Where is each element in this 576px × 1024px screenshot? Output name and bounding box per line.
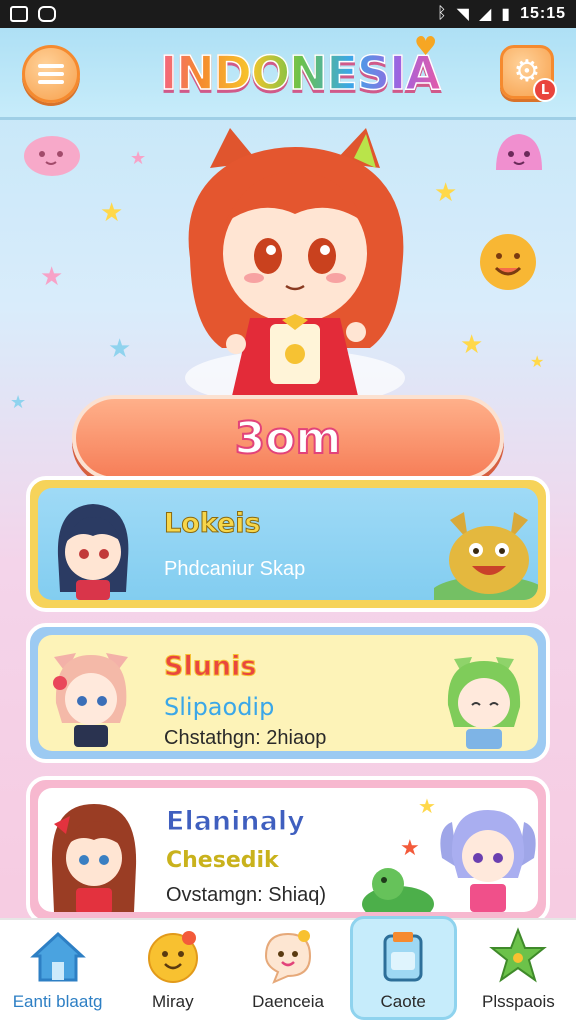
gallery-notification-icon — [10, 6, 28, 22]
app-notification-icon — [38, 6, 56, 22]
star-icon: ★ — [434, 178, 458, 208]
character-card-3[interactable]: Elaninaly Chesedik Ovstamgn: Shiaq) ★ ★ — [26, 776, 550, 924]
star-icon: ★ — [10, 392, 27, 413]
top-header: INDONESIA ♥ ⚙ L — [0, 28, 576, 120]
battery-icon: ▮ — [501, 6, 511, 23]
heart-icon: ♥ — [414, 32, 438, 62]
wifi-icon: ◥ — [456, 6, 469, 23]
main-action-label: 3om — [234, 412, 343, 465]
nav-item-home[interactable]: Eanti blaatg — [0, 920, 115, 1024]
status-bar: ᛒ ◥ ◢ ▮ 15:15 — [0, 0, 576, 28]
avatar — [53, 653, 128, 747]
character-card-2[interactable]: Slunis Slipaodip Chstathgn: 2hiaop — [26, 623, 550, 763]
card-detail: Ovstamgn: Shiaq) — [166, 884, 327, 906]
star-icon: ★ — [40, 262, 64, 292]
card-subtitle: Chesedik — [166, 848, 279, 873]
star-icon: ★ — [418, 794, 436, 818]
star-icon: ★ — [108, 334, 132, 364]
signal-icon: ◢ — [478, 6, 492, 23]
purple-slime-icon — [496, 134, 542, 170]
character-card-1[interactable]: Lokeis Phdcaniur Skap — [26, 476, 550, 612]
turtle-mascot — [362, 868, 434, 912]
nav-item-miray[interactable]: Miray — [115, 920, 230, 1024]
card-title: Slunis — [163, 651, 257, 683]
home-icon — [29, 931, 86, 982]
pink-cloud-creature-icon — [24, 136, 80, 176]
nav-label: Plsspaois — [482, 992, 555, 1011]
main-action-button[interactable]: 3om — [72, 395, 504, 481]
menu-button[interactable] — [22, 45, 80, 103]
game-title: INDONESIA — [150, 45, 450, 101]
avatar — [440, 810, 536, 912]
bluetooth-icon: ᛒ — [437, 5, 447, 22]
card-subtitle: Phdcaniur Skap — [164, 558, 306, 580]
card-subtitle: Slipaodip — [164, 693, 275, 721]
card-title: Elaninaly — [166, 806, 306, 838]
bottom-navigation: Eanti blaatg Miray Daenceia Caote Plsspa… — [0, 916, 576, 1024]
nav-label: Daenceia — [252, 992, 324, 1011]
card-box-icon — [383, 932, 423, 982]
star-icon: ★ — [460, 330, 484, 360]
status-time: 15:15 — [520, 5, 566, 22]
monster-mascot — [434, 512, 538, 600]
sun-creature-icon — [480, 234, 536, 290]
nav-item-daenceia[interactable]: Daenceia — [230, 920, 345, 1024]
star-icon: ★ — [100, 198, 124, 228]
nav-label: Caote — [380, 992, 426, 1011]
notification-badge: L — [533, 78, 557, 102]
star-creature-icon — [489, 927, 548, 983]
settings-button[interactable]: ⚙ L — [500, 45, 557, 102]
hamburger-icon — [38, 60, 64, 88]
avatar — [57, 504, 129, 600]
hero-character — [185, 128, 405, 406]
avatar — [447, 657, 521, 749]
nav-label: Eanti blaatg — [12, 992, 103, 1011]
character-scene: ★ ★ ★ ★ ★ ★ ★ ★ — [0, 120, 576, 413]
star-icon: ★ — [530, 352, 545, 371]
chat-bubble-icon — [264, 930, 312, 984]
avatar — [51, 804, 137, 912]
nav-item-caote[interactable]: Caote — [346, 916, 461, 1024]
nav-label: Miray — [152, 992, 194, 1011]
nav-item-plsspaois[interactable]: Plsspaois — [461, 920, 576, 1024]
star-icon: ★ — [400, 836, 420, 861]
card-title: Lokeis — [164, 508, 262, 540]
smiley-icon — [147, 931, 198, 983]
card-detail: Chstathgn: 2hiaop — [164, 727, 327, 749]
star-icon: ★ — [130, 148, 147, 169]
